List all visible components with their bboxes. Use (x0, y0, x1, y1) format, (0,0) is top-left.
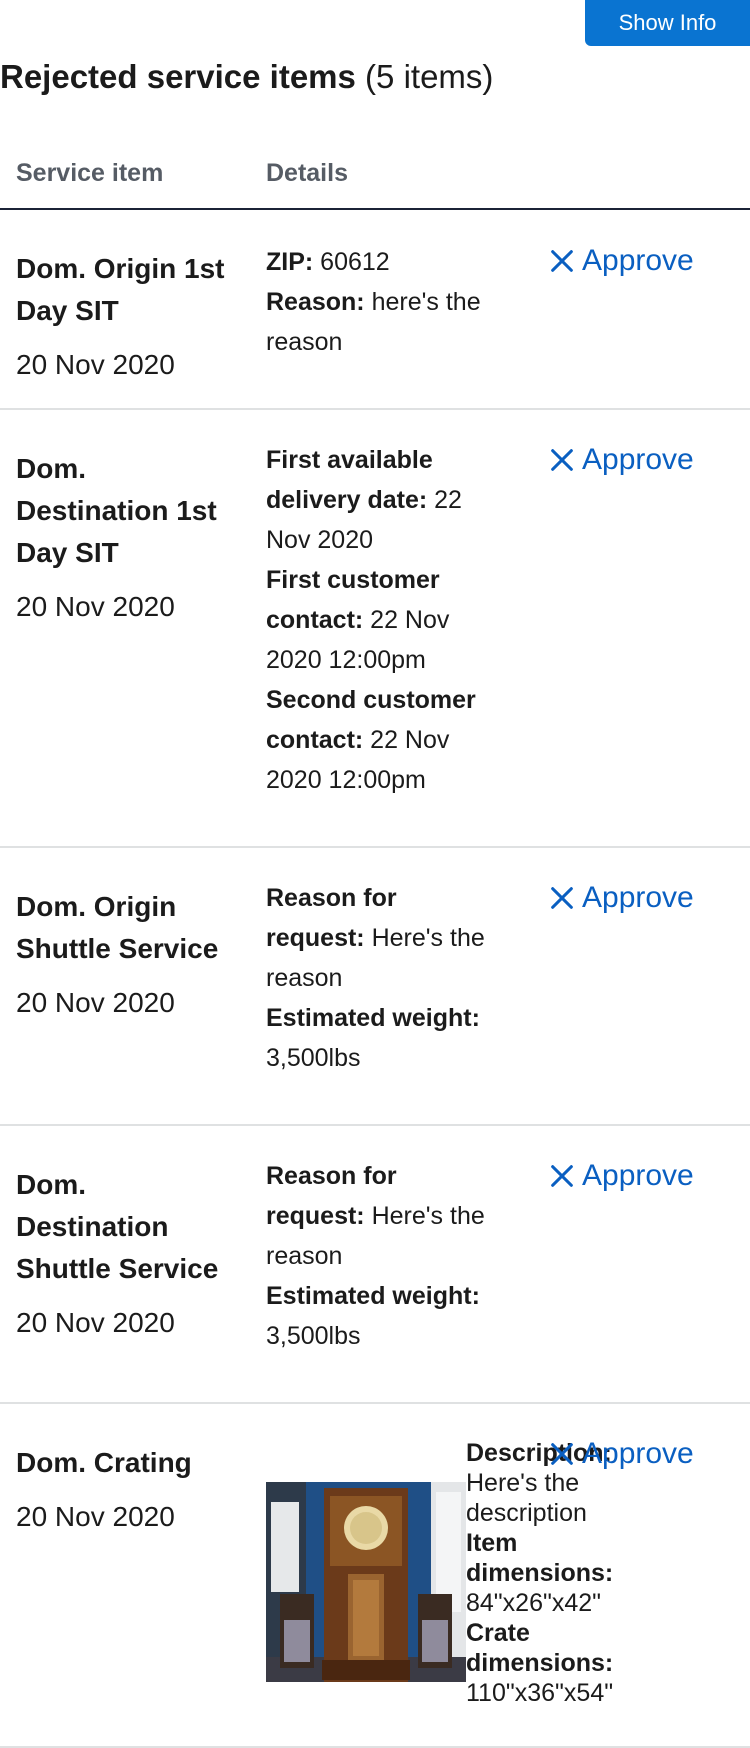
column-header-service-item: Service item (16, 159, 164, 187)
item-count: (5 items) (355, 58, 494, 95)
details-cell: ZIP: 60612 Reason: here's the reason (266, 242, 496, 362)
rejected-items-table: Service item Details Dom. Origin 1st Day… (0, 150, 750, 1748)
detail-label: Item dimensions: (466, 1529, 614, 1587)
service-item-name: Dom. Origin Shuttle Service (16, 891, 219, 964)
close-icon (551, 250, 573, 272)
service-item-date: 20 Nov 2020 (16, 1307, 175, 1338)
detail-value: 60612 (313, 248, 390, 276)
service-item-cell: Dom. Destination Shuttle Service 20 Nov … (16, 1164, 246, 1344)
details-cell: First available delivery date: 22 Nov 20… (266, 440, 496, 800)
item-photo (266, 1482, 466, 1682)
page-title-label: Rejected service items (0, 58, 356, 95)
approve-label: Approve (582, 443, 694, 476)
service-item-cell: Dom. Origin Shuttle Service 20 Nov 2020 (16, 886, 246, 1024)
close-icon (551, 887, 573, 909)
service-item-cell: Dom. Crating 20 Nov 2020 (16, 1442, 246, 1538)
detail-label: Reason: (266, 288, 365, 316)
approve-label: Approve (582, 244, 694, 277)
service-item-date: 20 Nov 2020 (16, 591, 175, 622)
detail-label: Estimated weight: (266, 1004, 480, 1032)
detail-value: 3,500lbs (266, 1044, 361, 1072)
detail-value: 110"x36"x54" (466, 1679, 614, 1707)
approve-label: Approve (582, 1437, 694, 1470)
service-item-name: Dom. Destination Shuttle Service (16, 1169, 219, 1284)
grandfather-clock-photo (266, 1482, 466, 1682)
service-item-date: 20 Nov 2020 (16, 1501, 175, 1532)
details-cell: Description: Here's the description Item… (466, 1438, 666, 1708)
close-icon (551, 1165, 573, 1187)
detail-label: ZIP: (266, 248, 314, 276)
service-item-date: 20 Nov 2020 (16, 987, 175, 1018)
detail-value: Here's the description (466, 1469, 587, 1527)
table-row: Dom. Origin Shuttle Service 20 Nov 2020 … (0, 848, 750, 1126)
service-item-date: 20 Nov 2020 (16, 349, 175, 380)
page-title: Rejected service items (5 items) (0, 55, 493, 99)
detail-label: Crate dimensions: (466, 1619, 614, 1677)
show-info-button[interactable]: Show Info (585, 0, 750, 46)
close-icon (551, 1443, 573, 1465)
column-header-details: Details (266, 159, 348, 187)
close-icon (551, 449, 573, 471)
details-cell: Reason for request: Here's the reason Es… (266, 1156, 496, 1356)
approve-button[interactable]: Approve (548, 241, 694, 281)
detail-label: Estimated weight: (266, 1282, 480, 1310)
service-item-name: Dom. Destination 1st Day SIT (16, 453, 217, 568)
detail-value: 3,500lbs (266, 1322, 361, 1350)
approve-label: Approve (582, 1159, 694, 1192)
approve-button[interactable]: Approve (548, 440, 694, 480)
detail-value: 84"x26"x42" (466, 1589, 602, 1617)
approve-label: Approve (582, 881, 694, 914)
service-item-name: Dom. Origin 1st Day SIT (16, 253, 225, 326)
table-row: Dom. Crating 20 Nov 2020 Description: He… (0, 1404, 750, 1748)
service-item-name: Dom. Crating (16, 1447, 192, 1478)
approve-button[interactable]: Approve (548, 1434, 694, 1474)
service-item-cell: Dom. Destination 1st Day SIT 20 Nov 2020 (16, 448, 246, 628)
approve-button[interactable]: Approve (548, 1156, 694, 1196)
approve-button[interactable]: Approve (548, 878, 694, 918)
table-row: Dom. Destination Shuttle Service 20 Nov … (0, 1126, 750, 1404)
table-header: Service item Details (0, 150, 750, 210)
details-cell: Reason for request: Here's the reason Es… (266, 878, 496, 1078)
table-row: Dom. Destination 1st Day SIT 20 Nov 2020… (0, 410, 750, 848)
table-row: Dom. Origin 1st Day SIT 20 Nov 2020 ZIP:… (0, 210, 750, 410)
service-item-cell: Dom. Origin 1st Day SIT 20 Nov 2020 (16, 248, 246, 386)
detail-label: First available delivery date: (266, 446, 433, 514)
